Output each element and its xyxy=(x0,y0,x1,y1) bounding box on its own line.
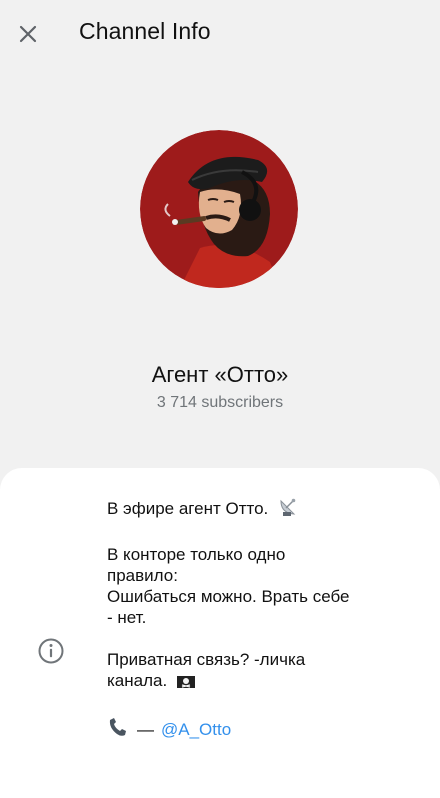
description-line: В конторе только одно xyxy=(107,545,286,564)
description-line: Ошибаться можно. Врать себе xyxy=(107,587,350,606)
avatar-image xyxy=(140,130,298,288)
contact-dash: — xyxy=(137,720,154,739)
satellite-dish-icon xyxy=(277,496,299,523)
close-icon xyxy=(19,25,37,43)
page-title: Channel Info xyxy=(79,18,211,44)
channel-avatar[interactable] xyxy=(140,130,298,288)
pirate-flag-icon xyxy=(176,674,196,695)
telephone-receiver-icon xyxy=(107,716,129,743)
contact-line: — @A_Otto xyxy=(107,716,407,743)
description-line: Приватная связь? -личка xyxy=(107,650,306,669)
description-line: В эфире агент Отто. xyxy=(107,499,269,518)
close-button[interactable] xyxy=(14,20,42,48)
header-bar: Channel Info xyxy=(0,0,440,66)
subscriber-count: 3 714 subscribers xyxy=(156,394,284,411)
channel-description[interactable]: В эфире агент Отто. В конторе только одн… xyxy=(107,496,407,743)
description-line: - нет. xyxy=(107,608,147,627)
contact-username-link[interactable]: @A_Otto xyxy=(161,719,231,740)
channel-name: Агент «Отто» xyxy=(151,362,289,387)
description-line: канала. xyxy=(107,671,168,690)
description-line: правило: xyxy=(107,566,178,585)
info-icon xyxy=(37,637,65,665)
